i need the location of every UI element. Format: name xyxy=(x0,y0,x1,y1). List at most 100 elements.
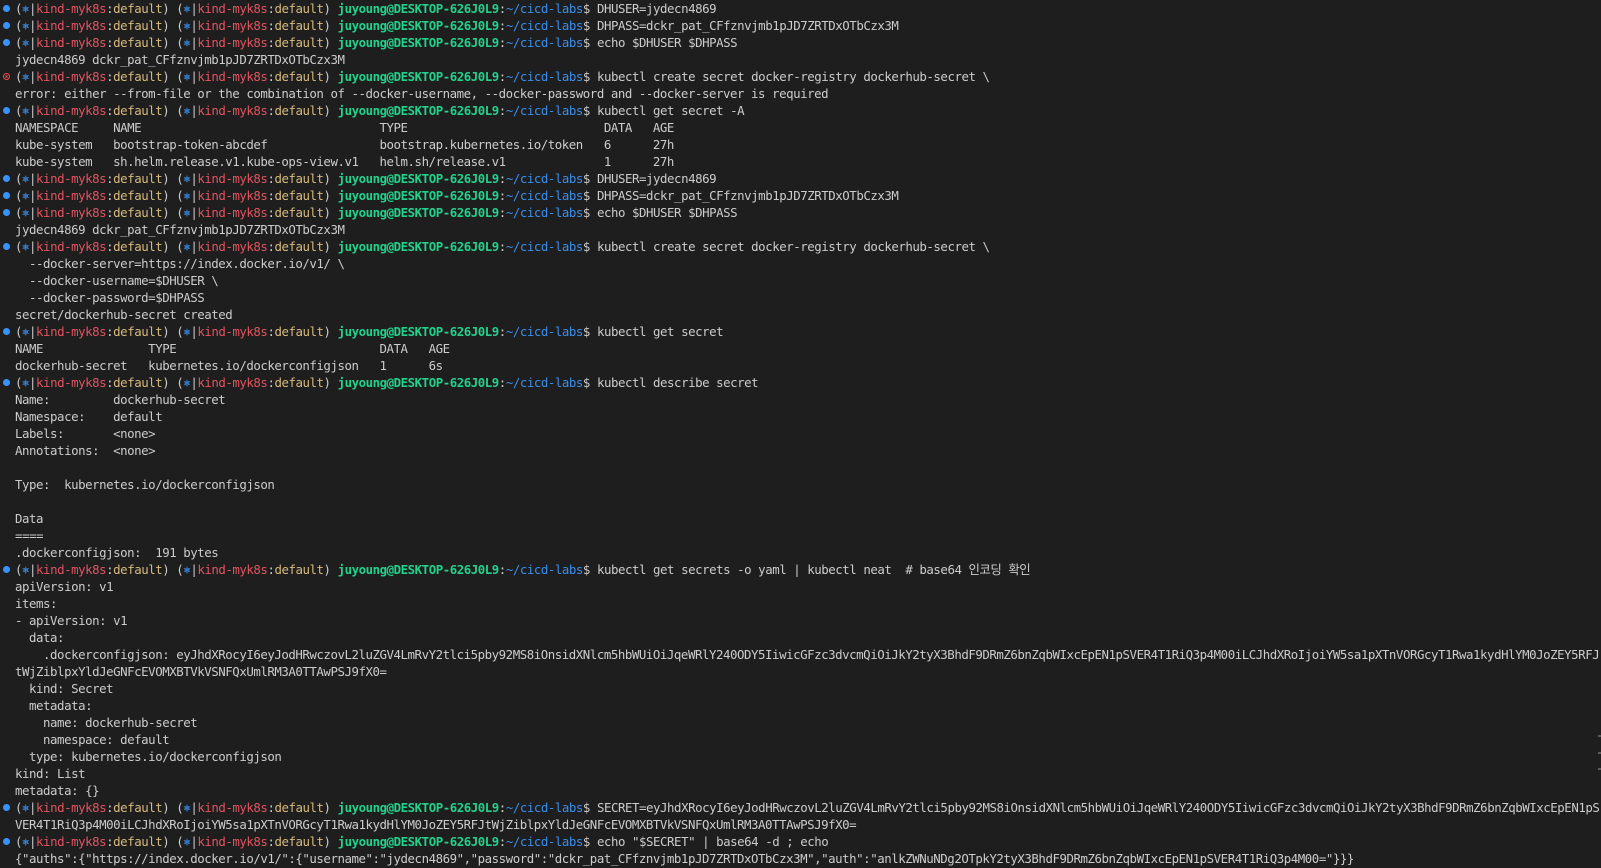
command-success-decoration-icon[interactable] xyxy=(3,379,10,386)
command-success-decoration-icon[interactable] xyxy=(3,22,10,29)
kubernetes-icon: ⎈ xyxy=(22,239,30,254)
output-text: namespace: default xyxy=(15,732,170,747)
prompt-user-host: juyoung@DESKTOP-626J0L9 xyxy=(337,800,500,815)
prompt-close-paren: ) xyxy=(323,562,331,577)
output-text: error: either --from-file or the combina… xyxy=(15,86,829,101)
kube-namespace: default xyxy=(274,800,324,815)
prompt-close-paren: ) xyxy=(162,562,170,577)
output-line: metadata: {} xyxy=(0,782,1601,799)
prompt-close-paren: ) xyxy=(323,35,331,50)
command-success-decoration-icon[interactable] xyxy=(3,192,10,199)
prompt-bar: | xyxy=(29,205,37,220)
kubernetes-icon: ⎈ xyxy=(22,69,30,84)
kube-context: kind-myk8s xyxy=(36,188,107,203)
prompt-dollar: $ xyxy=(582,18,590,33)
prompt-cwd: ~/cicd-labs xyxy=(505,171,584,186)
prompt-open-paren: ( xyxy=(15,35,23,50)
prompt-user-host: juyoung@DESKTOP-626J0L9 xyxy=(337,324,500,339)
command-text: DHPASS=dckr_pat_CFfznvjmb1pJD7ZRTDxOTbCz… xyxy=(596,18,899,33)
kube-namespace: default xyxy=(113,103,163,118)
command-success-decoration-icon[interactable] xyxy=(3,243,10,250)
output-text: data: xyxy=(15,630,65,645)
output-line: Namespace: default xyxy=(0,408,1601,425)
kubernetes-icon: ⎈ xyxy=(22,35,30,50)
output-line: jydecn4869 dckr_pat_CFfznvjmb1pJD7ZRTDxO… xyxy=(0,221,1601,238)
prompt-close-paren: ) xyxy=(162,18,170,33)
kube-context: kind-myk8s xyxy=(197,171,268,186)
command-success-decoration-icon[interactable] xyxy=(3,175,10,182)
prompt-dollar: $ xyxy=(582,834,590,849)
command-success-decoration-icon[interactable] xyxy=(3,804,10,811)
prompt-close-paren: ) xyxy=(162,324,170,339)
prompt-user-host: juyoung@DESKTOP-626J0L9 xyxy=(337,834,500,849)
prompt-bar: | xyxy=(29,1,37,16)
kube-context: kind-myk8s xyxy=(36,1,107,16)
kube-namespace: default xyxy=(113,188,163,203)
output-text: VER4T1RiQ3p4M00iLCJhdXRoIjoiYW5sa1pXTnVO… xyxy=(15,817,857,832)
prompt-dollar: $ xyxy=(582,239,590,254)
terminal-output: (⎈|kind-myk8s:default) (⎈|kind-myk8s:def… xyxy=(0,0,1601,867)
prompt-cwd: ~/cicd-labs xyxy=(505,375,584,390)
command-success-decoration-icon[interactable] xyxy=(3,107,10,114)
prompt-cwd: ~/cicd-labs xyxy=(505,1,584,16)
kube-context: kind-myk8s xyxy=(36,324,107,339)
prompt-close-paren: ) xyxy=(162,171,170,186)
kube-context: kind-myk8s xyxy=(197,239,268,254)
output-line: Labels: <none> xyxy=(0,425,1601,442)
command-error-decoration-icon[interactable] xyxy=(3,73,10,80)
prompt-user-host: juyoung@DESKTOP-626J0L9 xyxy=(337,35,500,50)
prompt-dollar: $ xyxy=(582,800,590,815)
kube-context: kind-myk8s xyxy=(36,375,107,390)
kubernetes-icon: ⎈ xyxy=(22,205,30,220)
output-text: secret/dockerhub-secret created xyxy=(15,307,233,322)
terminal-window[interactable]: (⎈|kind-myk8s:default) (⎈|kind-myk8s:def… xyxy=(0,0,1601,868)
prompt-bar: | xyxy=(29,35,37,50)
output-line: Type: kubernetes.io/dockerconfigjson xyxy=(0,476,1601,493)
kube-namespace: default xyxy=(113,69,163,84)
output-line: Name: dockerhub-secret xyxy=(0,391,1601,408)
prompt-user-host: juyoung@DESKTOP-626J0L9 xyxy=(337,103,500,118)
prompt-close-paren: ) xyxy=(162,205,170,220)
kube-context: kind-myk8s xyxy=(197,69,268,84)
prompt-dollar: $ xyxy=(582,562,590,577)
command-success-decoration-icon[interactable] xyxy=(3,328,10,335)
prompt-path-separator: : xyxy=(498,800,506,815)
kube-namespace: default xyxy=(113,35,163,50)
prompt-bar: | xyxy=(29,18,37,33)
prompt-path-separator: : xyxy=(498,375,506,390)
kube-namespace: default xyxy=(113,239,163,254)
command-success-decoration-icon[interactable] xyxy=(3,566,10,573)
kube-context: kind-myk8s xyxy=(36,18,107,33)
prompt-line: (⎈|kind-myk8s:default) (⎈|kind-myk8s:def… xyxy=(0,102,1601,119)
output-text: NAME TYPE DATA AGE xyxy=(15,341,450,356)
kube-namespace: default xyxy=(113,1,163,16)
prompt-open-paren: ( xyxy=(15,1,23,16)
command-success-decoration-icon[interactable] xyxy=(3,5,10,12)
output-text: - apiVersion: v1 xyxy=(15,613,128,628)
prompt-cwd: ~/cicd-labs xyxy=(505,188,584,203)
prompt-open-paren: ( xyxy=(15,562,23,577)
command-success-decoration-icon[interactable] xyxy=(3,39,10,46)
prompt-line: (⎈|kind-myk8s:default) (⎈|kind-myk8s:def… xyxy=(0,238,1601,255)
command-text: echo $DHUSER $DHPASS xyxy=(596,205,738,220)
command-text: SECRET=eyJhdXRocyI6eyJodHRwczovL2luZGV4L… xyxy=(596,800,1600,815)
command-text: echo "$SECRET" | base64 -d ; echo xyxy=(596,834,829,849)
kube-namespace: default xyxy=(113,324,163,339)
kube-context: kind-myk8s xyxy=(36,239,107,254)
prompt-open-paren: ( xyxy=(15,188,23,203)
prompt-open-paren: ( xyxy=(15,18,23,33)
kube-context: kind-myk8s xyxy=(36,171,107,186)
command-text: kubectl get secret xyxy=(596,324,724,339)
prompt-line: (⎈|kind-myk8s:default) (⎈|kind-myk8s:def… xyxy=(0,799,1601,816)
prompt-bar: | xyxy=(29,69,37,84)
prompt-cwd: ~/cicd-labs xyxy=(505,18,584,33)
kube-context: kind-myk8s xyxy=(197,103,268,118)
command-success-decoration-icon[interactable] xyxy=(3,838,10,845)
prompt-cwd: ~/cicd-labs xyxy=(505,205,584,220)
output-line: data: xyxy=(0,629,1601,646)
output-text: .dockerconfigjson: 191 bytes xyxy=(15,545,219,560)
command-success-decoration-icon[interactable] xyxy=(3,209,10,216)
prompt-cwd: ~/cicd-labs xyxy=(505,562,584,577)
kube-context: kind-myk8s xyxy=(36,800,107,815)
output-line: dockerhub-secret kubernetes.io/dockercon… xyxy=(0,357,1601,374)
